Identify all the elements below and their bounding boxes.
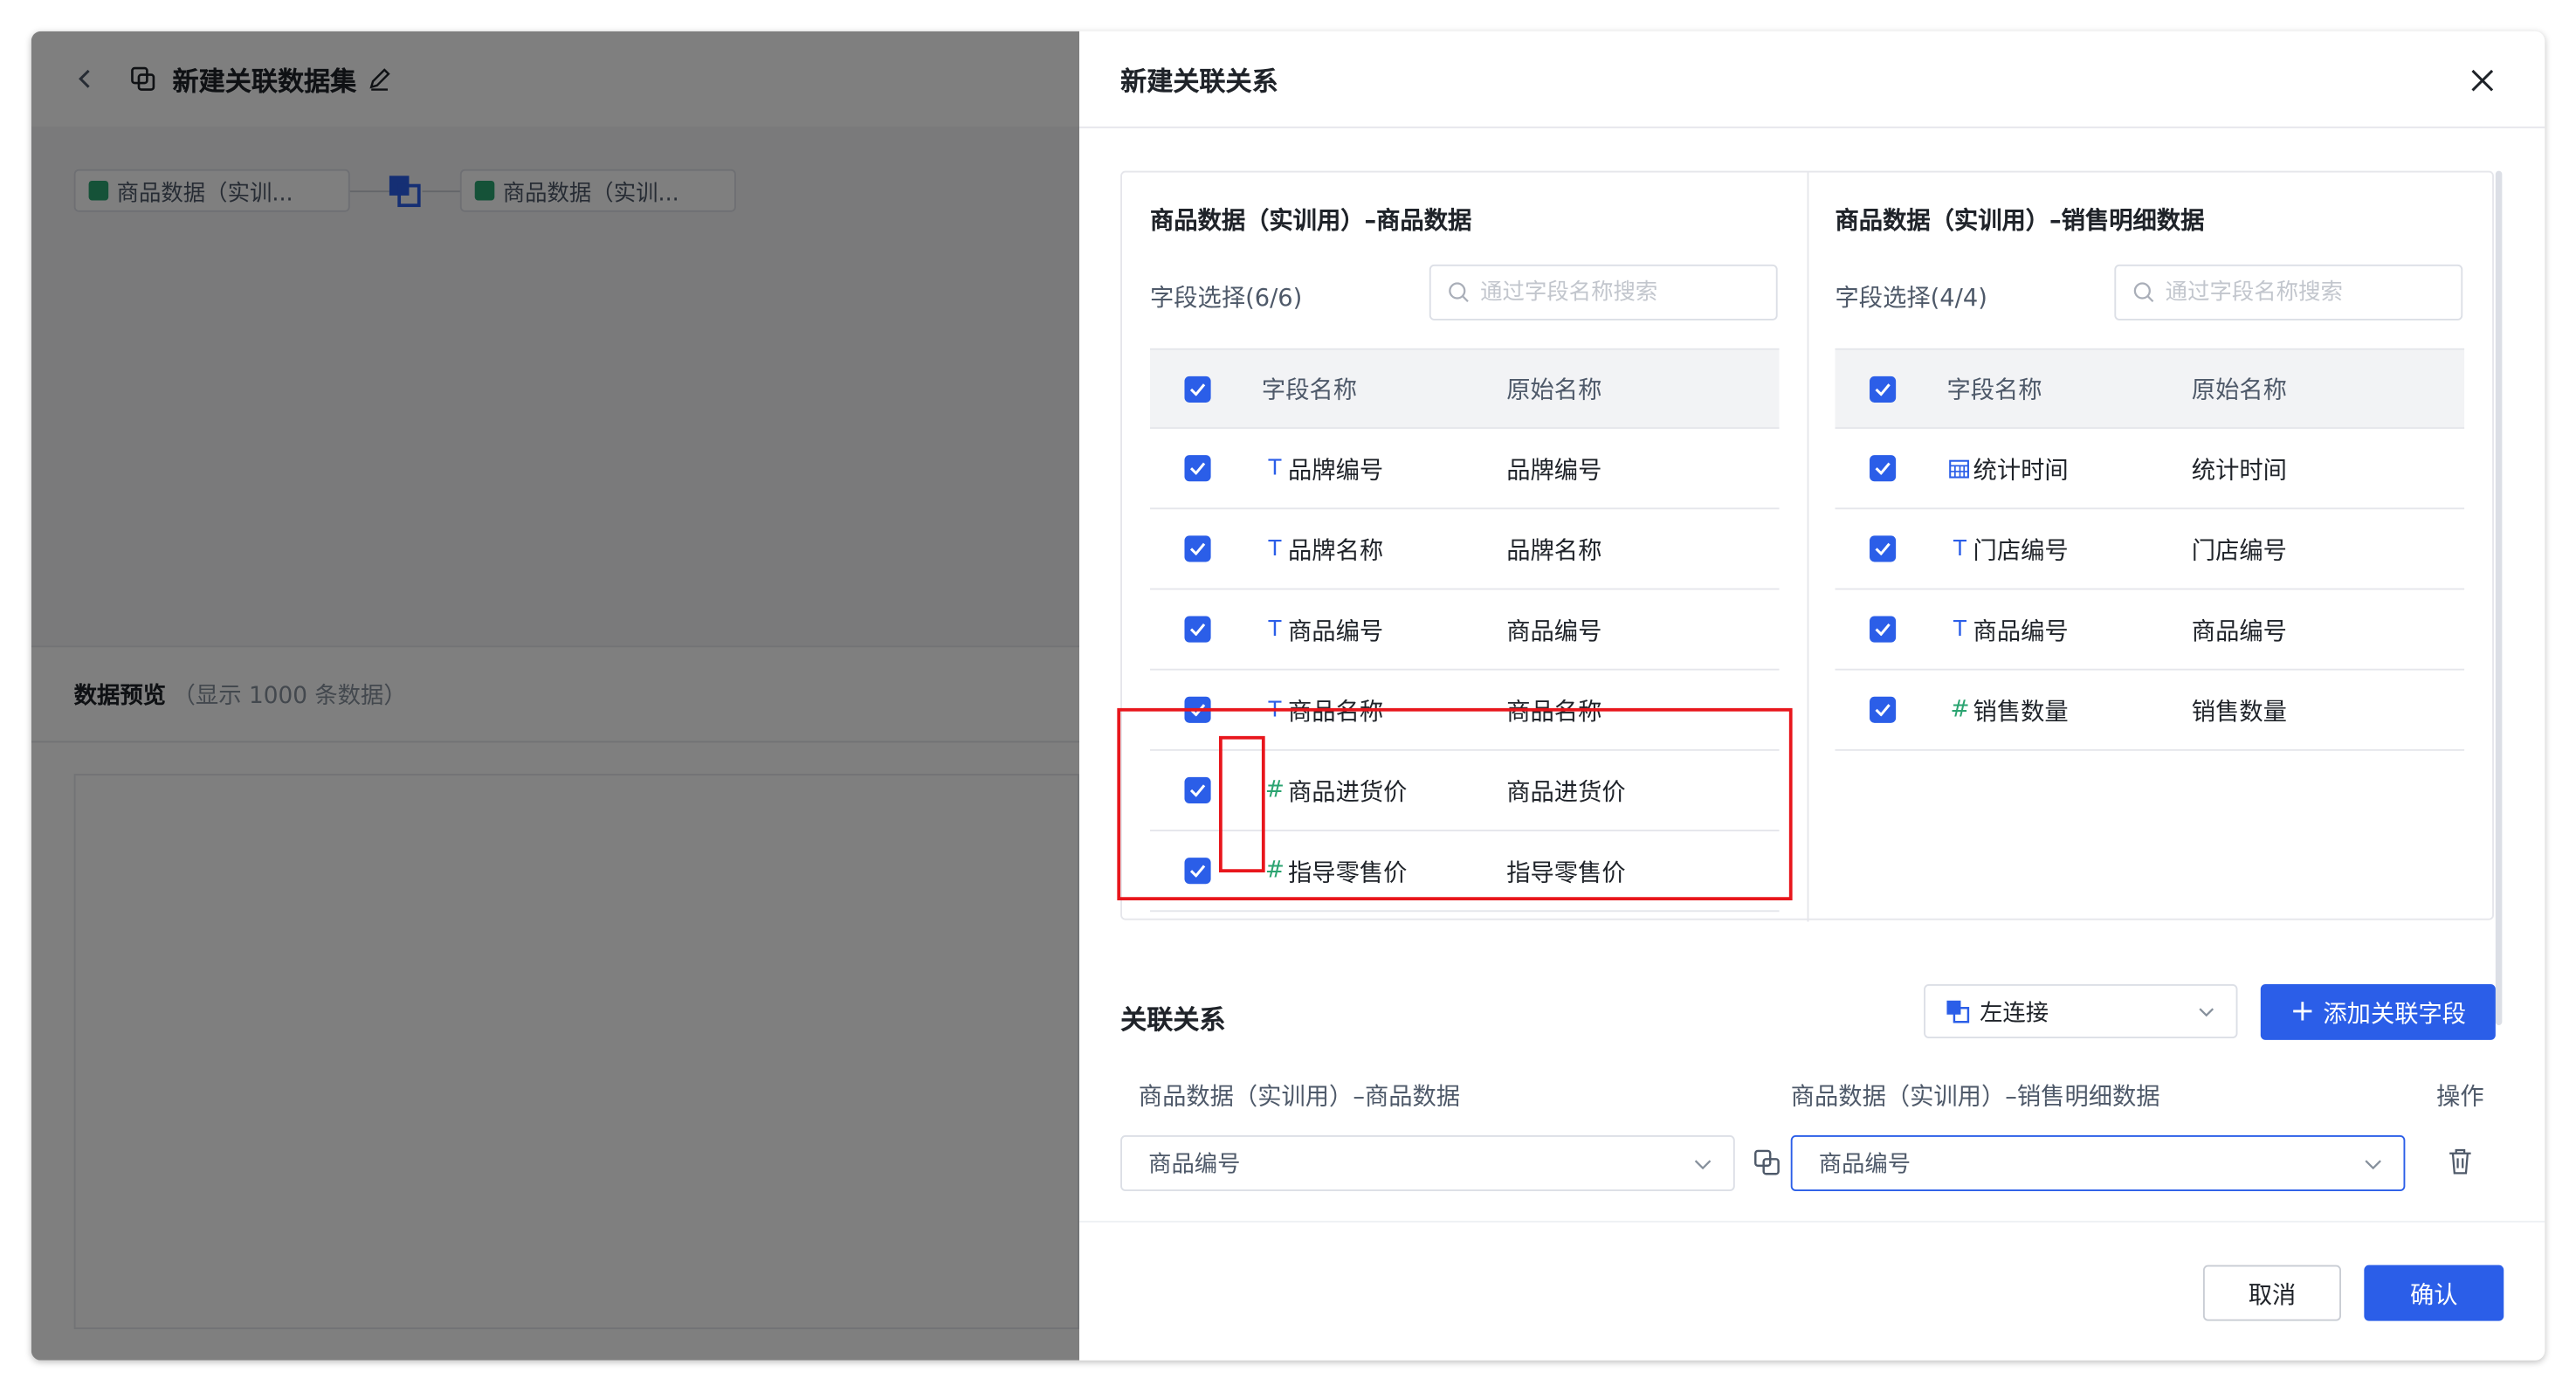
relation-drawer: 新建关联关系 商品数据（实训用）–商品数据 字段选择(6/6) 字段名称 原始名… [1079, 31, 2545, 1361]
left-join-icon [1946, 1000, 1970, 1023]
original-name: 商品编号 [1506, 618, 1602, 645]
link-icon [1754, 1149, 1780, 1175]
drawer-title: 新建关联关系 [1120, 65, 1278, 98]
confirm-button[interactable]: 确认 [2364, 1265, 2504, 1321]
left-field-value: 商品编号 [1148, 1151, 1241, 1178]
field-name: 销售数量 [1973, 699, 2069, 726]
field-name: 商品编号 [1288, 618, 1384, 645]
right-field-panel: 商品数据（实训用）–销售明细数据 字段选择(4/4) 字段名称 原始名称 统计时… [1835, 173, 2493, 922]
app-window: 新建关联数据集 商品数据（实训... 商品数据（实训... 数据预览（显示 10… [31, 31, 2545, 1361]
trash-icon[interactable] [2446, 1147, 2474, 1176]
text-type-icon: T [1268, 536, 1282, 562]
left-field-select[interactable]: 商品编号 [1120, 1135, 1735, 1192]
row-checkbox[interactable] [1870, 455, 1897, 482]
field-name: 品牌编号 [1288, 457, 1384, 485]
table-row: T 商品编号 商品编号 [1835, 589, 2465, 671]
close-icon[interactable] [2469, 67, 2496, 93]
select-all-checkbox[interactable] [1870, 375, 1897, 403]
join-type-value: 左连接 [1980, 999, 2049, 1026]
add-relation-field-button[interactable]: + 添加关联字段 [2260, 983, 2496, 1040]
row-checkbox[interactable] [1184, 535, 1211, 562]
divider [1807, 172, 1809, 922]
left-table-header: 字段名称 原始名称 [1149, 348, 1780, 430]
relation-left-header: 商品数据（实训用）–商品数据 [1138, 1084, 1461, 1111]
table-row: 统计时间 统计时间 [1835, 429, 2465, 510]
relation-title: 关联关系 [1120, 1003, 1226, 1036]
header-original-name: 原始名称 [2191, 377, 2287, 404]
header-field-name: 字段名称 [1261, 377, 1358, 404]
row-checkbox[interactable] [1184, 455, 1211, 482]
cancel-button[interactable]: 取消 [2202, 1265, 2341, 1321]
right-table-title: 商品数据（实训用）–销售明细数据 [1835, 208, 2205, 236]
plus-icon: + [2290, 994, 2315, 1029]
chevron-down-icon [2199, 1008, 2214, 1017]
table-row: T 门店编号 门店编号 [1835, 509, 2465, 590]
right-search-input[interactable] [2165, 279, 2445, 306]
chevron-down-icon [2365, 1160, 2381, 1170]
row-checkbox[interactable] [1870, 696, 1897, 723]
footer-divider [1079, 1220, 2545, 1223]
left-table-title: 商品数据（实训用）–商品数据 [1149, 208, 1472, 236]
original-name: 门店编号 [2191, 538, 2287, 565]
table-row: # 销售数量 销售数量 [1835, 671, 2465, 751]
modal-overlay[interactable] [31, 31, 1080, 1361]
field-name: 商品编号 [1973, 618, 2069, 645]
select-all-checkbox[interactable] [1184, 375, 1211, 403]
background-page: 新建关联数据集 商品数据（实训... 商品数据（实训... 数据预览（显示 10… [31, 31, 1080, 1361]
left-field-count: 字段选择(6/6) [1149, 286, 1303, 313]
original-name: 商品编号 [2191, 618, 2287, 645]
drawer-header: 新建关联关系 [1079, 31, 2545, 128]
left-search-input[interactable] [1480, 279, 1760, 306]
right-field-value: 商品编号 [1818, 1151, 1911, 1178]
right-search-box[interactable] [2114, 264, 2463, 320]
row-checkbox[interactable] [1870, 616, 1897, 643]
original-name: 品牌编号 [1506, 457, 1602, 485]
original-name: 品牌名称 [1506, 538, 1602, 565]
chevron-down-icon [1694, 1160, 1712, 1170]
table-row: T 品牌名称 品牌名称 [1149, 509, 1780, 590]
search-icon [2133, 282, 2154, 303]
table-row: T 品牌编号 品牌编号 [1149, 429, 1780, 510]
right-table-header: 字段名称 原始名称 [1835, 348, 2465, 430]
scrollbar[interactable] [2495, 170, 2503, 1025]
date-type-icon [1949, 458, 1969, 478]
left-search-box[interactable] [1429, 264, 1778, 320]
number-type-icon: # [1950, 696, 1970, 723]
field-name: 统计时间 [1973, 457, 2069, 485]
row-checkbox[interactable] [1184, 616, 1211, 643]
search-icon [1449, 282, 1469, 303]
text-type-icon: T [1953, 536, 1966, 562]
table-row: T 商品编号 商品编号 [1149, 589, 1780, 671]
field-name: 门店编号 [1973, 538, 2069, 565]
header-original-name: 原始名称 [1506, 377, 1602, 404]
relation-right-header: 商品数据（实训用）–销售明细数据 [1790, 1084, 2160, 1111]
original-name: 销售数量 [2191, 699, 2287, 726]
field-name: 品牌名称 [1288, 538, 1384, 565]
header-field-name: 字段名称 [1946, 377, 2042, 404]
text-type-icon: T [1268, 617, 1282, 642]
text-type-icon: T [1953, 617, 1966, 642]
original-name: 统计时间 [2191, 457, 2287, 485]
annotation-box-small [1218, 735, 1265, 873]
relation-op-header: 操作 [2436, 1084, 2484, 1111]
join-type-select[interactable]: 左连接 [1924, 983, 2238, 1039]
add-button-label: 添加关联字段 [2323, 1001, 2467, 1028]
right-field-count: 字段选择(4/4) [1835, 286, 1987, 313]
row-checkbox[interactable] [1870, 535, 1897, 562]
right-field-select[interactable]: 商品编号 [1790, 1135, 2406, 1192]
text-type-icon: T [1268, 456, 1282, 481]
